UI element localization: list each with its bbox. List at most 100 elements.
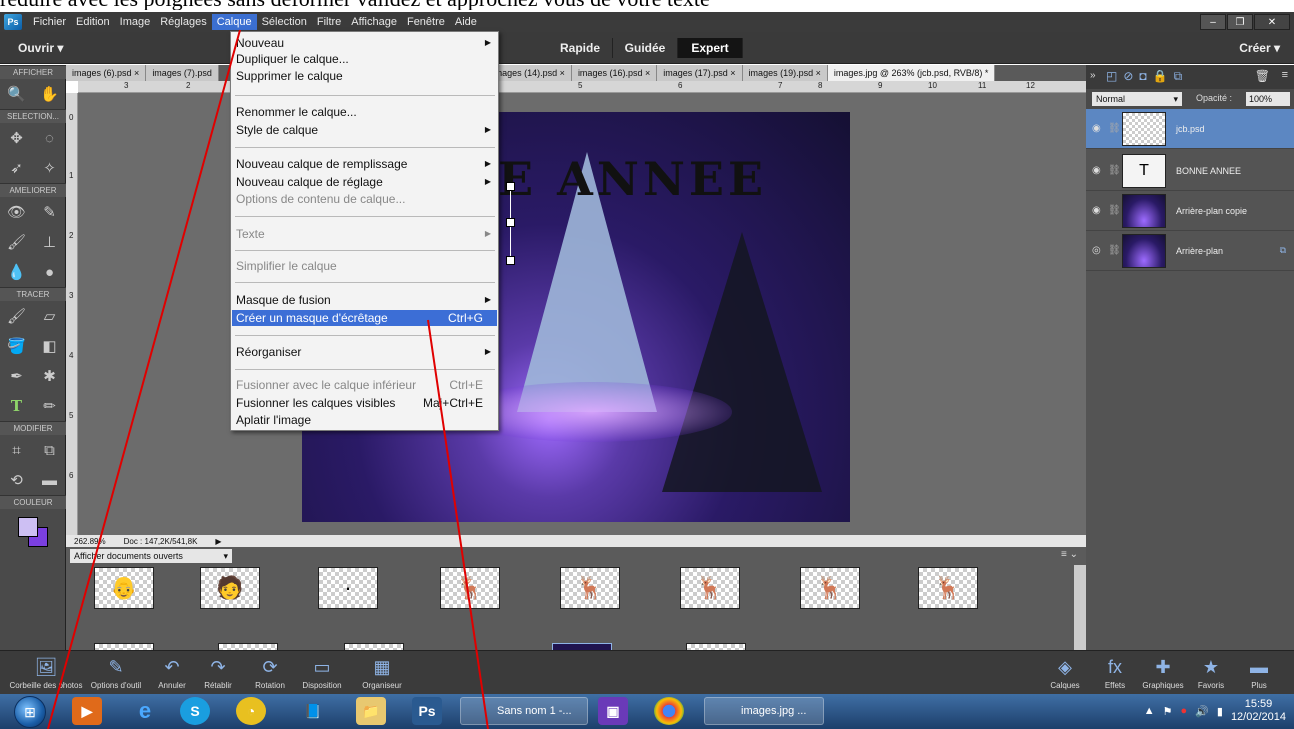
menu-item-supprimer[interactable]: Supprimer le calque [232, 68, 497, 84]
link-icon[interactable]: ⛓ [1108, 123, 1122, 134]
bin-thumbnail[interactable]: 🧑 [200, 567, 260, 609]
close-icon[interactable]: × [816, 68, 821, 78]
paint-bucket-icon[interactable]: 🪣 [6, 335, 28, 357]
layer-row[interactable]: ◉ ⛓ jcb.psd [1086, 109, 1294, 149]
create-button[interactable]: Créer ▾ [1239, 41, 1280, 55]
menu-edition[interactable]: Edition [71, 14, 115, 30]
book-icon[interactable]: 📘 [298, 697, 328, 725]
blur-icon[interactable]: 💧 [6, 261, 28, 283]
graphics-button[interactable]: ✚ Graphiques [1134, 653, 1192, 690]
brush-icon[interactable]: 🖌 [6, 305, 28, 327]
recompose-icon[interactable]: ⧉ [39, 439, 61, 461]
stamp-icon[interactable]: ⊥ [39, 231, 61, 253]
link-icon[interactable]: ⛓ [1108, 245, 1122, 256]
close-icon[interactable]: × [560, 68, 565, 78]
menu-item-masque-ecretage[interactable]: Créer un masque d'écrêtage Ctrl+G [232, 310, 497, 326]
transform-handle[interactable] [506, 218, 515, 227]
bin-scrollbar[interactable] [1074, 565, 1086, 650]
layout-button[interactable]: ▭ Disposition [292, 653, 352, 690]
close-icon[interactable]: × [730, 68, 735, 78]
crop-icon[interactable]: ⌗ [6, 439, 28, 461]
menu-item-fusionner-visibles[interactable]: Fusionner les calques visibles Maj+Ctrl+E [232, 395, 497, 411]
close-icon[interactable]: × [134, 68, 139, 78]
bin-thumbnail[interactable]: 🦌 [440, 567, 500, 609]
bin-thumbnail[interactable]: 🦌 [560, 567, 620, 609]
menu-fenetre[interactable]: Fenêtre [402, 14, 450, 30]
panel-collapse-icon[interactable]: » [1090, 70, 1096, 81]
eyedropper-icon[interactable]: ✒ [6, 365, 28, 387]
pencil-icon[interactable]: ✏ [39, 395, 61, 417]
link-icon[interactable]: ⛓ [1108, 205, 1122, 216]
organizer-button[interactable]: ▦ Organiseur [352, 653, 412, 690]
open-button[interactable]: Ouvrir ▾ [18, 41, 63, 55]
gradient-icon[interactable]: ◧ [39, 335, 61, 357]
menu-item-style[interactable]: Style de calque ▶ [232, 122, 497, 138]
move-icon[interactable]: ✥ [6, 127, 28, 149]
eye-icon[interactable]: ◉ [1092, 123, 1108, 134]
foreground-color-swatch[interactable] [18, 517, 38, 537]
menu-aide[interactable]: Aide [450, 14, 482, 30]
flag-icon[interactable]: ⚑ [1163, 705, 1173, 718]
photo-bin-button[interactable]: 🖼 Corbeille des photos [6, 653, 86, 690]
antivirus-icon[interactable]: ● [1181, 705, 1188, 717]
layer-row[interactable]: ◉ ⛓ T BONNE ANNEE [1086, 151, 1294, 191]
tool-options-button[interactable]: ✎ Options d'outil [86, 653, 146, 690]
eye-hidden-icon[interactable]: ◎ [1092, 245, 1108, 256]
transform-handle[interactable] [506, 182, 515, 191]
doc-tab[interactable]: images (19).psd × [742, 65, 828, 81]
bin-view-dropdown[interactable]: Afficher documents ouverts [70, 549, 232, 563]
effects-button[interactable]: fx Effets [1090, 653, 1140, 690]
straighten-icon[interactable]: ▬ [39, 469, 61, 491]
favorites-button[interactable]: ★ Favoris [1186, 653, 1236, 690]
menu-item-dupliquer[interactable]: Dupliquer le calque... [232, 51, 497, 67]
tab-expert[interactable]: Expert [678, 38, 743, 58]
play-icon[interactable]: ▶ [215, 537, 221, 546]
close-icon[interactable]: ✕ [1254, 14, 1290, 30]
eraser-icon[interactable]: ▱ [39, 305, 61, 327]
layers-button[interactable]: ◈ Calques [1038, 653, 1092, 690]
menu-item-renommer[interactable]: Renommer le calque... [232, 104, 497, 120]
skype-icon[interactable]: S [180, 697, 210, 725]
premiere-elements-icon[interactable]: ▣ [598, 697, 628, 725]
start-button-icon[interactable]: ⊞ [14, 696, 46, 728]
doc-tab[interactable]: images (6).psd × [66, 65, 147, 81]
type-icon[interactable]: T [6, 395, 28, 417]
chrome-icon[interactable] [654, 697, 684, 725]
bin-thumbnail[interactable]: 👴 [94, 567, 154, 609]
menu-item-masque-fusion[interactable]: Masque de fusion ▶ [232, 292, 497, 308]
internet-explorer-icon[interactable]: e [130, 697, 160, 725]
menu-fichier[interactable]: Fichier [28, 14, 71, 30]
bin-thumbnail[interactable]: 🦌 [800, 567, 860, 609]
trash-icon[interactable]: 🗑 [1255, 69, 1270, 83]
picasa-icon[interactable]: ◔ [236, 697, 266, 725]
volume-icon[interactable]: 🔊 [1195, 705, 1209, 718]
spot-heal-icon[interactable]: ✎ [39, 201, 61, 223]
redo-button[interactable]: ↷ Rétablir [188, 653, 248, 690]
marquee-icon[interactable]: ◌ [39, 127, 61, 149]
menu-affichage[interactable]: Affichage [346, 14, 402, 30]
signal-icon[interactable]: ▮ [1217, 705, 1223, 718]
panel-menu-icon[interactable]: ≡ [1282, 69, 1288, 81]
tab-rapide[interactable]: Rapide [548, 38, 613, 58]
doc-tab[interactable]: images (7).psd [146, 65, 219, 81]
more-button[interactable]: ▬ Plus [1234, 653, 1284, 690]
bin-thumbnail[interactable]: 🦌 [680, 567, 740, 609]
tab-guidee[interactable]: Guidée [613, 38, 678, 58]
menu-selection[interactable]: Sélection [257, 14, 312, 30]
zoom-icon[interactable]: 🔍 [6, 83, 28, 105]
menu-image[interactable]: Image [115, 14, 156, 30]
eye-icon[interactable]: ◉ [1092, 205, 1108, 216]
layer-tools-icon[interactable]: ◰⊘◘🔒⧉ [1106, 69, 1188, 84]
doc-tab[interactable]: images (17).psd × [657, 65, 743, 81]
zoom-level[interactable]: 262.89% [74, 537, 106, 546]
content-move-icon[interactable]: ⟲ [6, 469, 28, 491]
eye-icon[interactable]: ◉ [1092, 165, 1108, 176]
photoshop-elements-icon[interactable]: Ps [412, 697, 442, 725]
doc-tab[interactable]: images (16).psd × [571, 65, 658, 81]
app-logo-icon[interactable]: Ps [4, 14, 22, 30]
clock[interactable]: 15:59 12/02/2014 [1231, 698, 1286, 724]
opacity-field[interactable]: 100% [1246, 92, 1290, 106]
menu-filtre[interactable]: Filtre [312, 14, 346, 30]
bin-thumbnail[interactable]: · [318, 567, 378, 609]
smart-brush-icon[interactable]: 🖌 [6, 231, 28, 253]
